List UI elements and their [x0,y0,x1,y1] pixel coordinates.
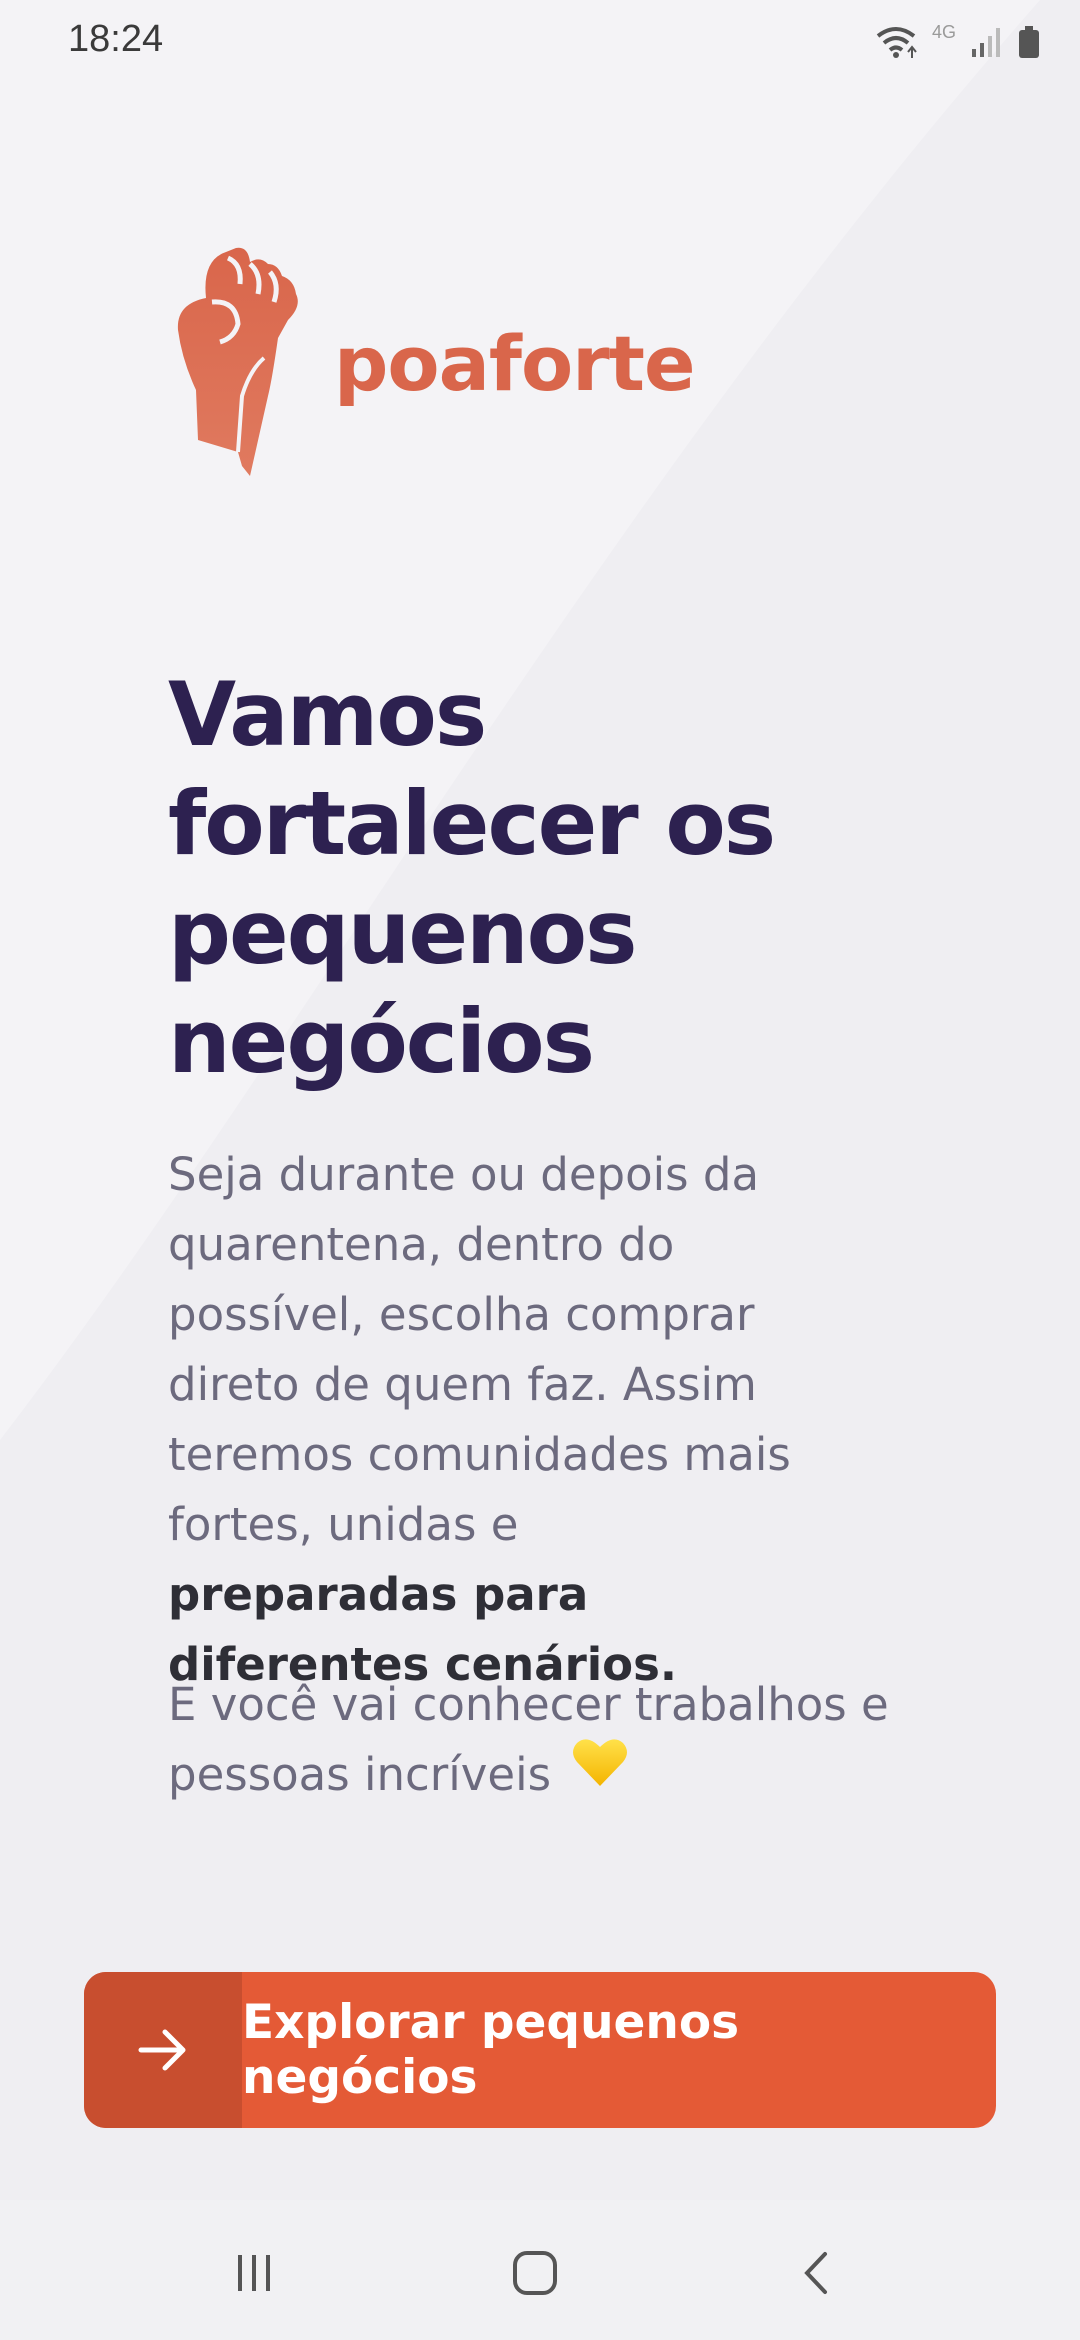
headline-line: pequenos [168,881,637,984]
home-icon[interactable] [495,2238,575,2308]
navigation-bar [0,2200,1080,2340]
status-icons: 4G [874,20,1040,64]
arrow-right-icon [84,1972,242,2128]
intro-paragraph: Seja durante ou depois da quarentena, de… [168,1140,808,1700]
raised-fist-icon [177,247,298,476]
headline-line: fortalecer os [168,772,776,875]
yellow-heart-icon [571,1736,629,1808]
intro-text: Seja durante ou depois da quarentena, de… [168,1148,791,1551]
secondary-text: E você vai conhecer trabalhos e pessoas … [168,1678,889,1801]
network-type: 4G [931,21,956,42]
explore-businesses-label: Explorar pequenos negócios [242,1995,740,2105]
wifi-icon [876,27,917,58]
status-time: 18:24 [68,18,164,60]
recent-apps-icon[interactable] [214,2238,294,2308]
signal-icon [972,28,1000,57]
battery-icon [1019,26,1039,58]
back-icon[interactable] [776,2238,856,2308]
explore-businesses-button[interactable]: Explorar pequenos negócios [84,1972,996,2128]
secondary-paragraph: E você vai conhecer trabalhos e pessoas … [168,1670,968,1814]
logo: poaforte [176,240,696,476]
status-bar: 18:24 4G [0,0,1080,84]
headline-line: Vamos [168,663,487,766]
headline: Vamos fortalecer os pequenos negócios [168,660,968,1096]
brand-name: poaforte [334,318,696,408]
headline-line: negócios [168,990,595,1093]
